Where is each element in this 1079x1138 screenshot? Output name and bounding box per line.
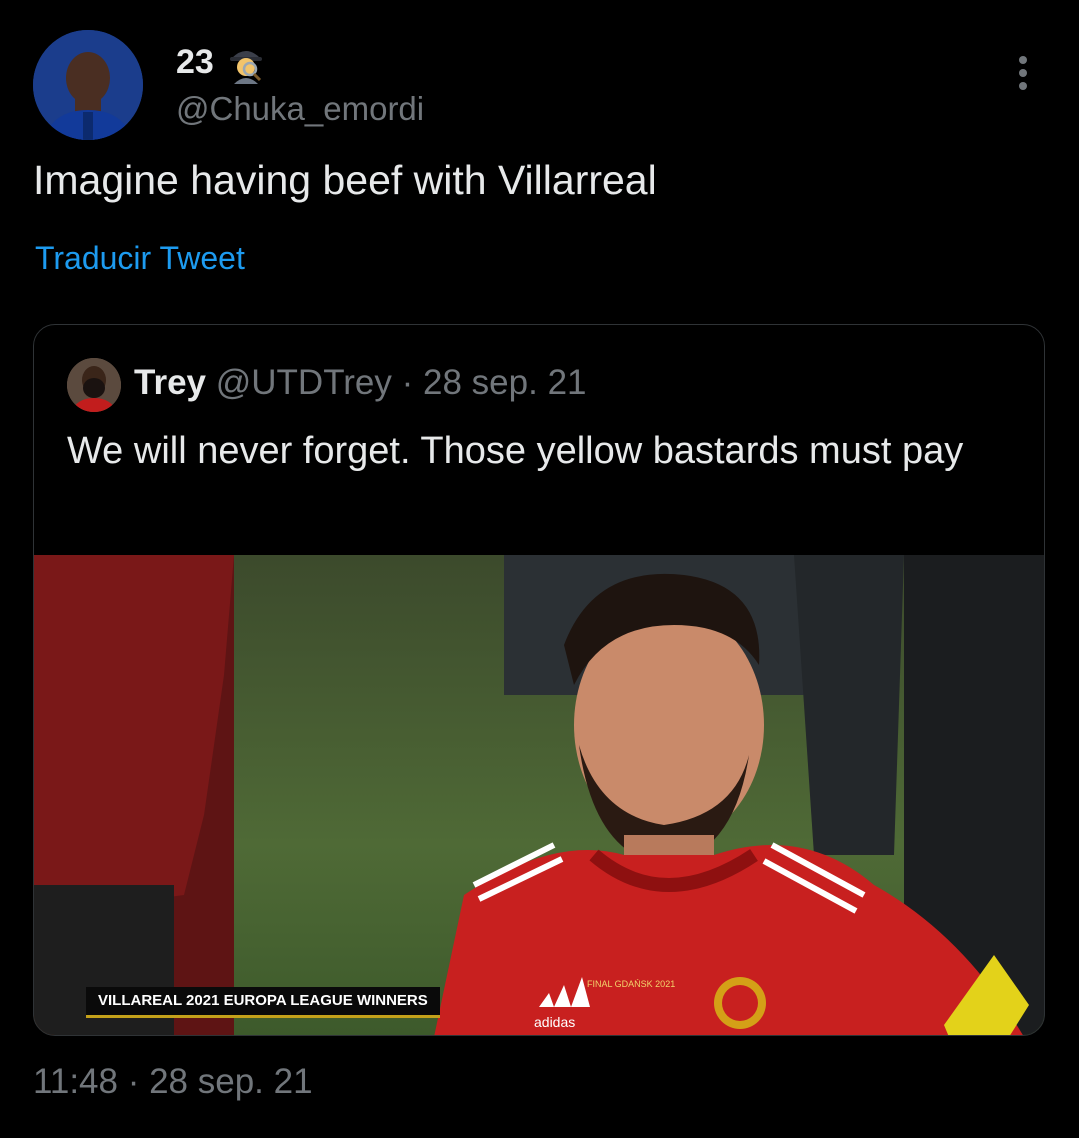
separator-dot: · [401,363,414,402]
tweet-text: Imagine having beef with Villarreal [33,157,657,203]
translate-tweet-link[interactable]: Traducir Tweet [35,240,245,277]
media-caption: VILLAREAL 2021 EUROPA LEAGUE WINNERS [86,987,440,1018]
author-display-name[interactable]: 23 [176,43,214,82]
author-avatar[interactable] [33,30,143,140]
quoted-author-avatar [67,358,121,412]
quoted-text: We will never forget. Those yellow basta… [67,430,964,472]
tweet-timestamp[interactable]: 11:48 · 28 sep. 21 [33,1062,313,1102]
detective-emoji-icon [229,51,262,84]
quoted-tweet[interactable]: Trey @UTDTrey · 28 sep. 21 We will never… [33,324,1045,1036]
adidas-logo-text: adidas [534,1014,575,1030]
author-handle[interactable]: @Chuka_emordi [176,90,424,128]
author-name-row[interactable]: 23 [176,40,268,84]
quoted-handle[interactable]: @UTDTrey [216,363,392,402]
quoted-media-image[interactable]: adidas FINAL GDAŃSK 2021 VILLAREAL 2021 … [34,555,1044,1035]
quoted-header: Trey @UTDTrey · 28 sep. 21 [134,363,587,403]
more-options-icon[interactable] [1016,56,1030,96]
jersey-final-text: FINAL GDAŃSK 2021 [587,979,675,989]
quoted-display-name[interactable]: Trey [134,363,206,402]
quoted-date[interactable]: 28 sep. 21 [423,363,586,402]
